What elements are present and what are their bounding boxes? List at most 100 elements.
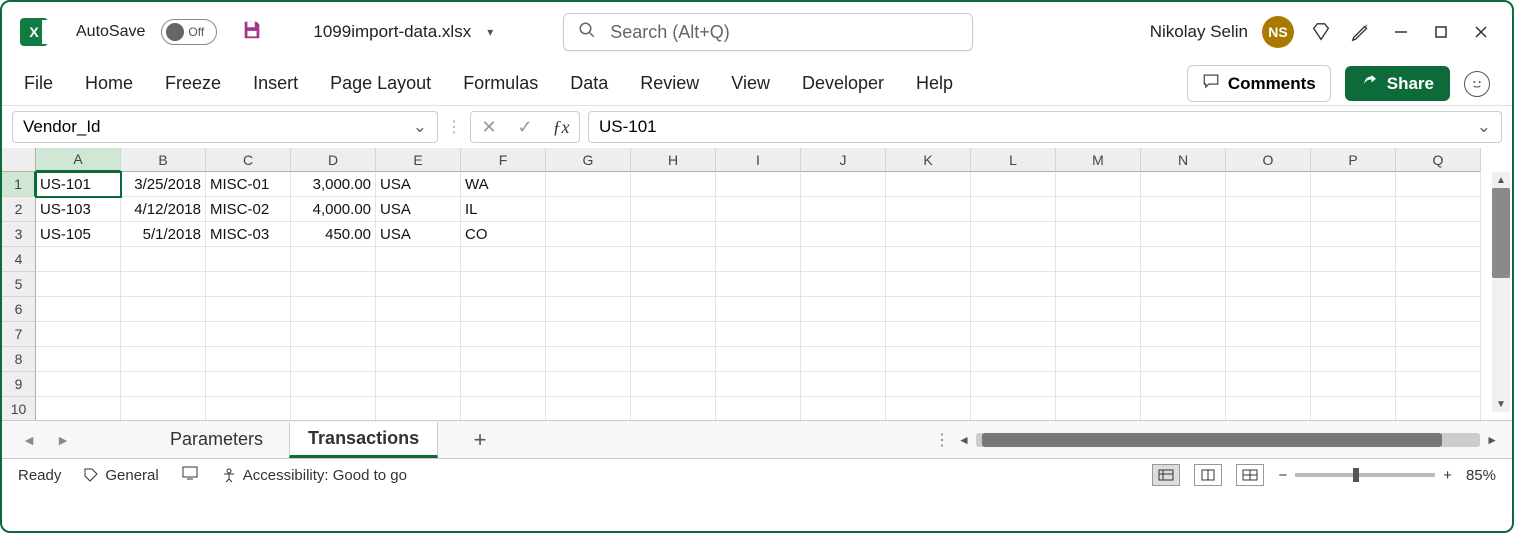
cell-M3[interactable] — [1056, 222, 1141, 247]
cell-K4[interactable] — [886, 247, 971, 272]
name-box[interactable]: Vendor_Id ⌄ — [12, 111, 438, 143]
cell-O7[interactable] — [1226, 322, 1311, 347]
cell-B4[interactable] — [121, 247, 206, 272]
cell-L3[interactable] — [971, 222, 1056, 247]
row-header-8[interactable]: 8 — [2, 347, 36, 372]
cell-D1[interactable]: 3,000.00 — [291, 172, 376, 197]
cell-P4[interactable] — [1311, 247, 1396, 272]
page-layout-view-button[interactable] — [1194, 464, 1222, 486]
cell-P7[interactable] — [1311, 322, 1396, 347]
cell-G7[interactable] — [546, 322, 631, 347]
cell-I8[interactable] — [716, 347, 801, 372]
formula-input[interactable]: US-101 ⌄ — [588, 111, 1502, 143]
cell-K8[interactable] — [886, 347, 971, 372]
cell-E2[interactable]: USA — [376, 197, 461, 222]
scroll-right-icon[interactable]: ► — [1486, 433, 1498, 447]
cell-C4[interactable] — [206, 247, 291, 272]
cell-D4[interactable] — [291, 247, 376, 272]
diamond-icon[interactable] — [1308, 19, 1334, 45]
scroll-left-icon[interactable]: ◄ — [958, 433, 970, 447]
cell-M4[interactable] — [1056, 247, 1141, 272]
cell-G1[interactable] — [546, 172, 631, 197]
comments-button[interactable]: Comments — [1187, 65, 1331, 102]
cell-P8[interactable] — [1311, 347, 1396, 372]
page-break-view-button[interactable] — [1236, 464, 1264, 486]
cell-L10[interactable] — [971, 397, 1056, 420]
cell-E1[interactable]: USA — [376, 172, 461, 197]
cell-E9[interactable] — [376, 372, 461, 397]
cell-P2[interactable] — [1311, 197, 1396, 222]
tab-developer[interactable]: Developer — [802, 73, 884, 94]
cell-G6[interactable] — [546, 297, 631, 322]
cell-H6[interactable] — [631, 297, 716, 322]
zoom-out-button[interactable]: − — [1278, 467, 1287, 484]
cell-B10[interactable] — [121, 397, 206, 420]
zoom-thumb[interactable] — [1353, 468, 1359, 482]
cell-J7[interactable] — [801, 322, 886, 347]
cell-A3[interactable]: US-105 — [36, 222, 121, 247]
column-header-P[interactable]: P — [1311, 148, 1396, 172]
cell-M9[interactable] — [1056, 372, 1141, 397]
cell-A5[interactable] — [36, 272, 121, 297]
cell-P10[interactable] — [1311, 397, 1396, 420]
cell-I10[interactable] — [716, 397, 801, 420]
cell-F7[interactable] — [461, 322, 546, 347]
cell-N4[interactable] — [1141, 247, 1226, 272]
cell-J1[interactable] — [801, 172, 886, 197]
cell-M10[interactable] — [1056, 397, 1141, 420]
cell-L7[interactable] — [971, 322, 1056, 347]
cell-I6[interactable] — [716, 297, 801, 322]
cell-H4[interactable] — [631, 247, 716, 272]
cell-B6[interactable] — [121, 297, 206, 322]
zoom-control[interactable]: − + — [1278, 467, 1452, 484]
cell-J3[interactable] — [801, 222, 886, 247]
column-header-D[interactable]: D — [291, 148, 376, 172]
spreadsheet-grid[interactable]: ABCDEFGHIJKLMNOPQ1US-1013/25/2018MISC-01… — [2, 148, 1512, 420]
cell-C3[interactable]: MISC-03 — [206, 222, 291, 247]
horizontal-scrollbar[interactable]: ◄ ► — [958, 433, 1498, 447]
tab-review[interactable]: Review — [640, 73, 699, 94]
share-button[interactable]: Share — [1345, 66, 1450, 101]
cell-J10[interactable] — [801, 397, 886, 420]
feedback-button[interactable] — [1464, 71, 1490, 97]
cell-H1[interactable] — [631, 172, 716, 197]
cell-K10[interactable] — [886, 397, 971, 420]
cell-C1[interactable]: MISC-01 — [206, 172, 291, 197]
cell-F1[interactable]: WA — [461, 172, 546, 197]
cell-B3[interactable]: 5/1/2018 — [121, 222, 206, 247]
cell-Q10[interactable] — [1396, 397, 1481, 420]
column-header-M[interactable]: M — [1056, 148, 1141, 172]
sheet-tab-parameters[interactable]: Parameters — [152, 423, 281, 456]
cell-K1[interactable] — [886, 172, 971, 197]
zoom-slider[interactable] — [1295, 473, 1435, 477]
cell-D10[interactable] — [291, 397, 376, 420]
cell-C5[interactable] — [206, 272, 291, 297]
cell-D6[interactable] — [291, 297, 376, 322]
row-header-10[interactable]: 10 — [2, 397, 36, 420]
column-header-C[interactable]: C — [206, 148, 291, 172]
cell-N1[interactable] — [1141, 172, 1226, 197]
cell-P3[interactable] — [1311, 222, 1396, 247]
cell-Q5[interactable] — [1396, 272, 1481, 297]
cell-H2[interactable] — [631, 197, 716, 222]
cell-L1[interactable] — [971, 172, 1056, 197]
confirm-formula-button[interactable]: ✓ — [507, 112, 543, 142]
tab-page-layout[interactable]: Page Layout — [330, 73, 431, 94]
cell-D9[interactable] — [291, 372, 376, 397]
cell-J6[interactable] — [801, 297, 886, 322]
cell-L2[interactable] — [971, 197, 1056, 222]
sheet-tab-transactions[interactable]: Transactions — [289, 422, 438, 458]
row-header-4[interactable]: 4 — [2, 247, 36, 272]
row-header-1[interactable]: 1 — [2, 172, 36, 197]
cell-E7[interactable] — [376, 322, 461, 347]
cell-O2[interactable] — [1226, 197, 1311, 222]
cell-G9[interactable] — [546, 372, 631, 397]
cell-N6[interactable] — [1141, 297, 1226, 322]
file-dropdown-icon[interactable]: ▾ — [487, 25, 493, 39]
cell-Q9[interactable] — [1396, 372, 1481, 397]
tab-help[interactable]: Help — [916, 73, 953, 94]
cell-M5[interactable] — [1056, 272, 1141, 297]
cell-G8[interactable] — [546, 347, 631, 372]
normal-view-button[interactable] — [1152, 464, 1180, 486]
cell-Q7[interactable] — [1396, 322, 1481, 347]
